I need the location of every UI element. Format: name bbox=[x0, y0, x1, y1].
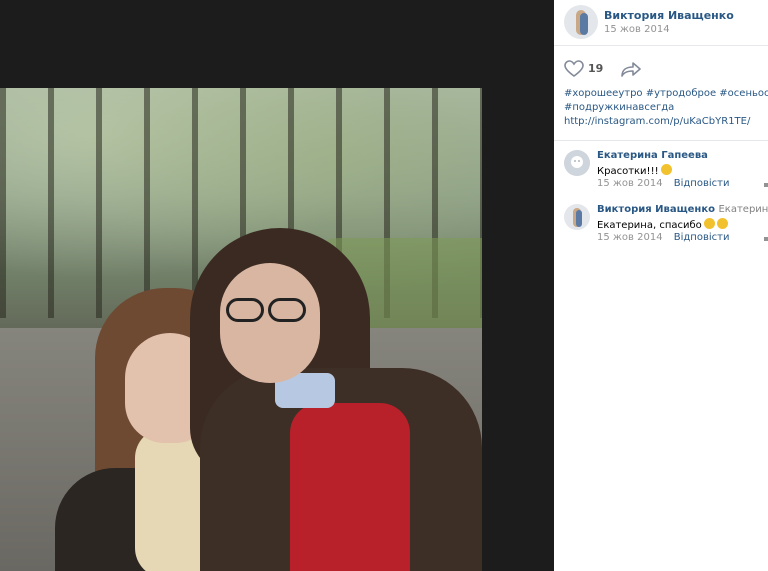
comment-author: Виктория Иващенко Екатерині bbox=[597, 204, 768, 215]
comment-text: Красотки!!! bbox=[597, 164, 672, 177]
more-edge-marker bbox=[764, 183, 768, 187]
smile-emoji-icon bbox=[660, 164, 672, 175]
photo-person-right bbox=[190, 228, 482, 571]
comment-author[interactable]: Екатерина Гапеева bbox=[597, 150, 708, 161]
comment-date[interactable]: 15 жов 2014 bbox=[597, 178, 663, 189]
commenter-avatar[interactable] bbox=[564, 204, 590, 230]
reply-link[interactable]: Відповісти bbox=[674, 178, 730, 189]
comment-item: Виктория Иващенко Екатерині Екатерина, с… bbox=[554, 204, 768, 254]
reply-link[interactable]: Відповісти bbox=[674, 232, 730, 243]
more-edge-marker bbox=[764, 237, 768, 241]
commenter-avatar[interactable] bbox=[564, 150, 590, 176]
comment-item: Екатерина Гапеева Красотки!!! 15 жов 201… bbox=[554, 150, 768, 200]
comment-text: Екатерина, спасибо bbox=[597, 218, 728, 231]
post-side-panel: Виктория Иващенко 15 жов 2014 19 #хороше… bbox=[554, 0, 768, 571]
photo-viewer bbox=[0, 0, 554, 571]
heart-icon[interactable] bbox=[564, 60, 584, 78]
hashtags-line-1[interactable]: #хорошееутро #утродоброе #осеньосень bbox=[564, 87, 768, 101]
comment-date[interactable]: 15 жов 2014 bbox=[597, 232, 663, 243]
comment-meta: 15 жов 2014 Відповісти bbox=[597, 232, 729, 243]
post-header: Виктория Иващенко 15 жов 2014 bbox=[554, 0, 768, 46]
post-text: #хорошееутро #утродоброе #осеньосень #по… bbox=[564, 87, 768, 129]
divider bbox=[554, 140, 768, 141]
comment-meta: 15 жов 2014 Відповісти bbox=[597, 178, 729, 189]
wink-emoji-icon bbox=[716, 218, 728, 229]
blush-emoji-icon bbox=[703, 218, 715, 229]
comment-reply-to[interactable]: Екатерині bbox=[718, 204, 768, 215]
hashtags-line-2[interactable]: #подружкинавсегда bbox=[564, 101, 764, 115]
post-photo[interactable] bbox=[0, 88, 482, 571]
author-avatar[interactable] bbox=[564, 5, 598, 39]
post-author[interactable]: Виктория Иващенко bbox=[604, 9, 734, 22]
post-link[interactable]: http://instagram.com/p/uKaCbYR1TE/ bbox=[564, 115, 764, 129]
likes-count[interactable]: 19 bbox=[588, 62, 603, 75]
share-arrow-icon[interactable] bbox=[620, 60, 642, 78]
comment-author-name[interactable]: Виктория Иващенко bbox=[597, 204, 715, 215]
post-date[interactable]: 15 жов 2014 bbox=[604, 24, 670, 35]
